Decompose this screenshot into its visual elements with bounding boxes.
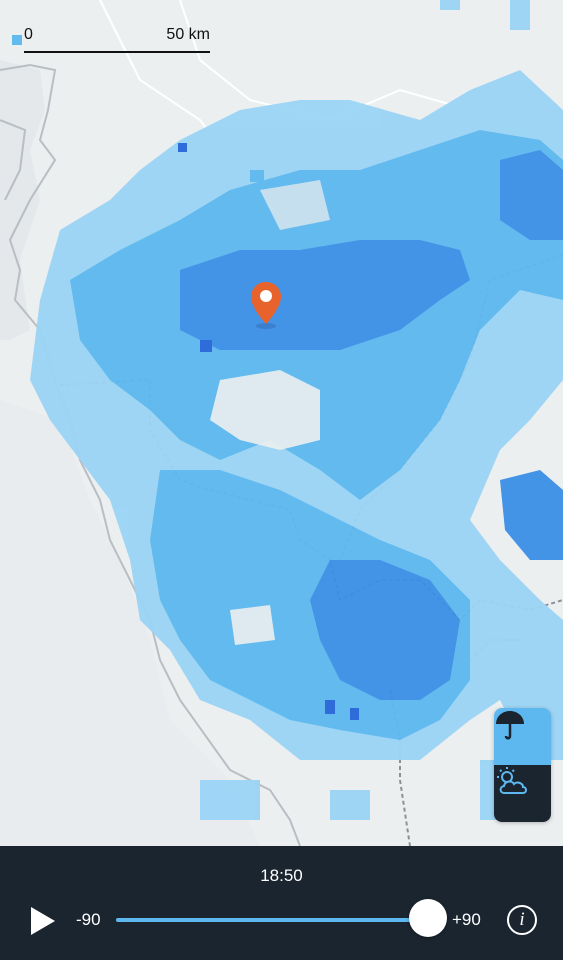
scale-bar: [24, 51, 210, 53]
time-label: 18:50: [260, 866, 303, 885]
timeline-slider[interactable]: [116, 918, 428, 922]
map-canvas: [0, 0, 563, 846]
umbrella-icon: [496, 711, 524, 740]
info-icon[interactable]: i: [507, 905, 537, 935]
timeline-progress: [116, 918, 428, 922]
timeline-thumb[interactable]: [409, 899, 447, 937]
play-icon: [31, 907, 55, 935]
timeline-min-label: -90: [76, 910, 101, 929]
scale-end-label: 50 km: [166, 26, 210, 43]
location-pin-icon[interactable]: [249, 280, 283, 330]
radar-map[interactable]: 0 50 km: [0, 0, 563, 846]
scale-start-label: 0: [24, 26, 33, 43]
timeline-max-label: +90: [452, 910, 481, 929]
cloud-layer-button[interactable]: [494, 765, 551, 822]
layer-switcher: [494, 708, 551, 822]
partly-cloudy-icon: [497, 767, 527, 794]
playback-controls: 18:50: [0, 846, 563, 960]
precipitation-layer-button[interactable]: [494, 708, 551, 765]
play-button[interactable]: [28, 904, 58, 938]
